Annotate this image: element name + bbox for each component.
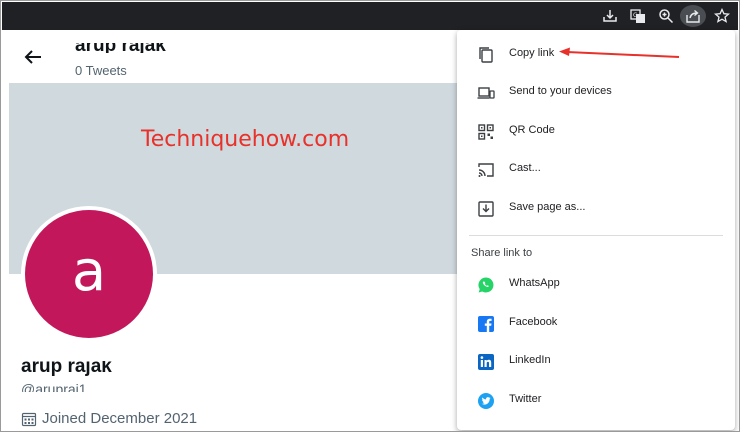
menu-item-label: Copy link bbox=[509, 47, 555, 59]
tweet-count: 0 Tweets bbox=[75, 63, 127, 78]
bookmark-star-icon[interactable] bbox=[714, 8, 730, 24]
browser-toolbar: G bbox=[2, 2, 738, 30]
profile-header: arup rajak 0 Tweets bbox=[9, 31, 449, 83]
translate-icon[interactable]: G bbox=[630, 8, 646, 24]
twitter-icon bbox=[478, 393, 494, 409]
menu-item-save-page[interactable]: Save page as... bbox=[457, 189, 735, 227]
save-page-icon bbox=[478, 201, 494, 217]
profile-name-header: arup rajak bbox=[75, 39, 166, 53]
joined-label: Joined December 2021 bbox=[42, 410, 198, 427]
whatsapp-icon bbox=[478, 277, 494, 293]
menu-item-send-to-devices[interactable]: Send to your devices bbox=[457, 73, 735, 111]
share-target-linkedin[interactable]: LinkedIn bbox=[457, 342, 735, 380]
menu-item-label: QR Code bbox=[509, 124, 555, 136]
calendar-icon bbox=[21, 412, 37, 426]
share-target-twitter[interactable]: Twitter bbox=[457, 381, 735, 419]
profile-handle: @arupraj1 bbox=[21, 381, 87, 397]
share-menu: Copy link Send to your devices QR Code C… bbox=[457, 30, 735, 430]
share-button[interactable] bbox=[680, 5, 706, 27]
share-target-label: LinkedIn bbox=[509, 354, 551, 366]
joined-date: Joined December 2021 bbox=[21, 410, 197, 427]
watermark: Techniquehow.com bbox=[141, 127, 350, 152]
share-target-whatsapp[interactable]: WhatsApp bbox=[457, 265, 735, 303]
back-arrow-icon[interactable] bbox=[23, 47, 43, 67]
avatar-letter: a bbox=[25, 210, 153, 338]
cast-icon bbox=[478, 163, 494, 177]
share-target-facebook[interactable]: Facebook bbox=[457, 304, 735, 342]
linkedin-icon bbox=[478, 354, 494, 370]
zoom-icon[interactable] bbox=[658, 8, 674, 24]
qr-code-icon bbox=[478, 124, 494, 140]
svg-text:G: G bbox=[633, 12, 638, 19]
copy-icon bbox=[479, 47, 493, 63]
share-icon bbox=[686, 9, 700, 23]
share-target-label: WhatsApp bbox=[509, 277, 560, 289]
install-icon[interactable] bbox=[602, 8, 618, 24]
share-target-label: Twitter bbox=[509, 393, 542, 405]
annotation-arrow bbox=[559, 47, 680, 58]
menu-divider bbox=[469, 235, 723, 236]
menu-item-label: Send to your devices bbox=[509, 85, 612, 97]
share-target-label: Facebook bbox=[509, 316, 558, 328]
screenshot-frame: G arup rajak 0 Tweets Techniquehow.com a… bbox=[0, 0, 740, 432]
devices-icon bbox=[477, 87, 495, 99]
avatar[interactable]: a bbox=[21, 206, 157, 342]
menu-item-label: Cast... bbox=[509, 162, 541, 174]
menu-item-qr-code[interactable]: QR Code bbox=[457, 112, 735, 150]
profile-name: arup rajak bbox=[21, 356, 112, 377]
facebook-icon bbox=[478, 316, 494, 332]
menu-item-cast[interactable]: Cast... bbox=[457, 150, 735, 188]
share-section-label: Share link to bbox=[471, 247, 533, 259]
menu-item-label: Save page as... bbox=[509, 201, 586, 213]
